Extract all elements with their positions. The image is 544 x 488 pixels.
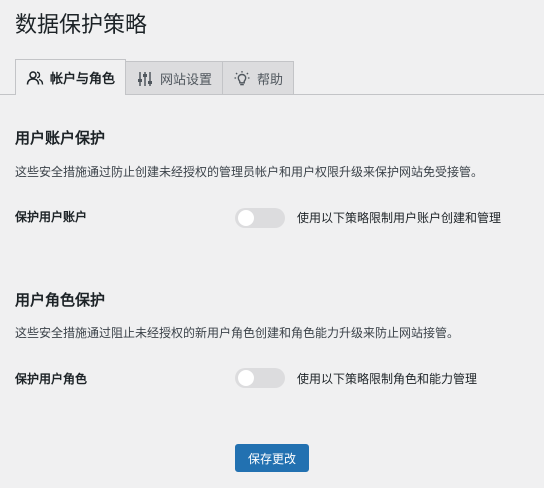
section-description-user-accounts: 这些安全措施通过防止创建未经授权的管理员帐户和用户权限升级来保护网站免受接管。 (15, 165, 484, 179)
tab-help[interactable]: 帮助 (222, 61, 295, 95)
tab-label: 网站设置 (160, 73, 213, 88)
field-label-protect-accounts: 保护用户账户 (15, 210, 88, 224)
users-icon (26, 69, 44, 87)
page-title: 数据保护策略 (15, 13, 148, 38)
tab-site-settings[interactable]: 网站设置 (125, 61, 224, 95)
section-title-user-roles: 用户角色保护 (15, 291, 106, 309)
section-title-user-accounts: 用户账户保护 (15, 129, 106, 147)
field-label-protect-roles: 保护用户角色 (15, 372, 88, 386)
sliders-icon (136, 70, 154, 88)
save-changes-button[interactable]: 保存更改 (235, 444, 309, 472)
protect-roles-toggle-text[interactable]: 使用以下策略限制角色和能力管理 (297, 370, 477, 387)
tab-label: 帐户与角色 (50, 72, 116, 87)
lightbulb-icon (233, 70, 251, 88)
tab-label: 帮助 (257, 73, 284, 88)
toggle-knob (238, 370, 254, 386)
section-description-user-roles: 这些安全措施通过阻止未经授权的新用户角色创建和角色能力升级来防止网站接管。 (15, 326, 460, 340)
tab-accounts-roles[interactable]: 帐户与角色 (15, 59, 127, 95)
protect-accounts-toggle-text[interactable]: 使用以下策略限制用户账户创建和管理 (297, 209, 501, 226)
protect-roles-toggle[interactable] (235, 368, 285, 388)
toggle-knob (238, 210, 254, 226)
tab-bar: 帐户与角色 网站设置 帮助 (15, 59, 295, 95)
protect-accounts-toggle[interactable] (235, 208, 285, 228)
